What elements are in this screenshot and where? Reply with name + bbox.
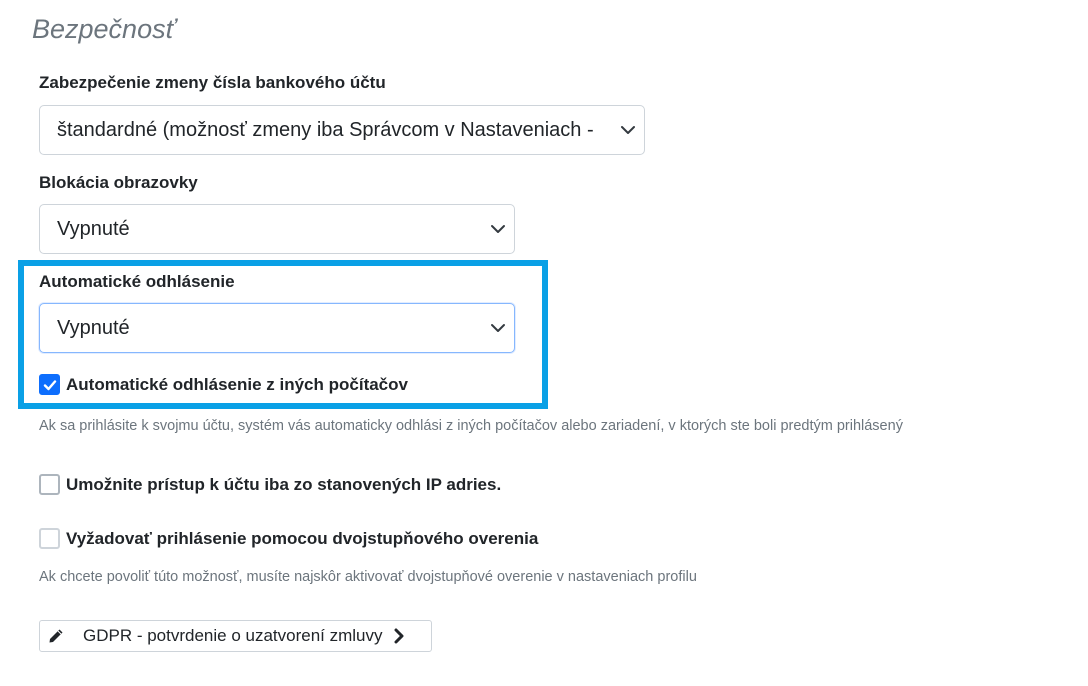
two-factor-label: Vyžadovať prihlásenie pomocou dvojstupňo… <box>66 528 539 548</box>
screen-lock-label: Blokácia obrazovky <box>39 173 198 192</box>
two-factor-checkbox[interactable] <box>39 528 60 549</box>
auto-logout-other-computers-label: Automatické odhlásenie z iných počítačov <box>66 374 408 394</box>
auto-logout-help-text: Ak sa prihlásite k svojmu účtu, systém v… <box>39 418 903 434</box>
screen-lock-select[interactable]: Vypnuté <box>39 204 515 254</box>
auto-logout-other-computers-checkbox[interactable] <box>39 374 60 395</box>
gdpr-confirmation-button[interactable]: GDPR - potvrdenie o uzatvorení zmluvy <box>39 620 432 652</box>
auto-logout-other-computers-row[interactable]: Automatické odhlásenie z iných počítačov <box>39 374 408 395</box>
bank-account-security-value: štandardné (možnosť zmeny iba Správcom v… <box>57 118 594 141</box>
auto-logout-label: Automatické odhlásenie <box>39 272 235 291</box>
ip-restriction-row[interactable]: Umožnite prístup k účtu iba zo stanovený… <box>39 474 501 495</box>
bank-account-security-label: Zabezpečenie zmeny čísla bankového účtu <box>39 73 386 92</box>
chevron-down-icon <box>491 324 505 332</box>
chevron-down-icon <box>491 225 505 233</box>
two-factor-help-text: Ak chcete povoliť túto možnosť, musíte n… <box>39 569 697 585</box>
pencil-icon <box>49 629 63 643</box>
auto-logout-select[interactable]: Vypnuté <box>39 303 515 353</box>
ip-restriction-checkbox[interactable] <box>39 474 60 495</box>
screen-lock-value: Vypnuté <box>57 217 130 240</box>
chevron-down-icon <box>621 126 635 134</box>
section-title: Bezpečnosť <box>32 14 176 44</box>
gdpr-confirmation-label: GDPR - potvrdenie o uzatvorení zmluvy <box>83 626 383 645</box>
two-factor-row[interactable]: Vyžadovať prihlásenie pomocou dvojstupňo… <box>39 528 538 549</box>
bank-account-security-select[interactable]: štandardné (možnosť zmeny iba Správcom v… <box>39 105 645 155</box>
chevron-right-icon <box>394 628 404 644</box>
auto-logout-value: Vypnuté <box>57 316 130 339</box>
checkmark-icon <box>43 379 56 390</box>
ip-restriction-label: Umožnite prístup k účtu iba zo stanovený… <box>66 474 502 494</box>
